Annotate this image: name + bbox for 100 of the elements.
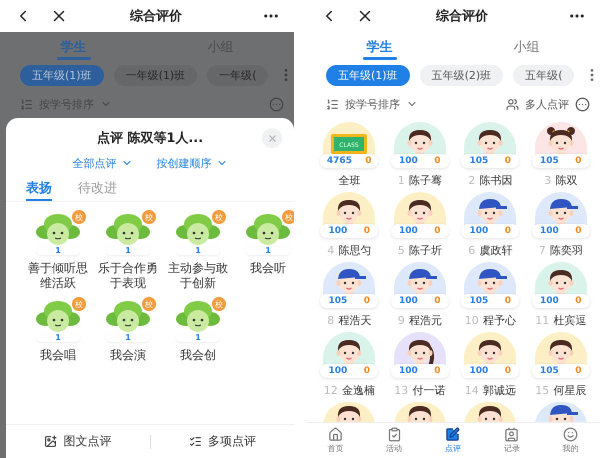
minus-value: 0 [364, 226, 370, 236]
class-chip[interactable]: 五年级(1)班 [326, 64, 410, 86]
student-name[interactable]: 1 陈子骞 [398, 173, 442, 188]
more-circle-icon[interactable] [575, 96, 590, 112]
student-name[interactable]: 9 程浩元 [398, 313, 442, 328]
comment-item-label[interactable]: 善于倾听思维活跃 [24, 261, 92, 291]
minus-value: 0 [504, 296, 512, 306]
student-name[interactable]: 8 程浩天 [327, 313, 372, 328]
school-badge: 校 [212, 297, 226, 311]
count-pill: 1 [106, 333, 150, 342]
student-name[interactable]: 4 陈思匀 [327, 243, 372, 258]
score-value: 100 [469, 366, 488, 376]
nav-tab[interactable]: 记录 [482, 423, 542, 458]
school-badge: 校 [72, 297, 86, 311]
nav-tab[interactable]: 点评 [424, 423, 482, 458]
school-badge: 校 [212, 210, 226, 224]
student-name[interactable]: 6 虞政轩 [468, 243, 512, 258]
minus-value: 0 [575, 296, 582, 306]
filter-dropdown[interactable]: 按创建顺序 [156, 156, 228, 170]
count-pill: 1 [106, 246, 150, 255]
sort-order-icon [20, 98, 33, 110]
score-value: 105 [469, 296, 488, 306]
sheet-tab[interactable]: 表扬 [26, 174, 52, 201]
comment-item-label[interactable]: 我会演 [94, 348, 162, 363]
school-badge: 校 [72, 210, 86, 224]
minus-value: 0 [434, 296, 441, 306]
student-name[interactable]: 15 何星辰 [535, 383, 586, 398]
school-badge: 校 [142, 297, 156, 311]
nav-tab[interactable]: 首页 [306, 423, 365, 458]
multi-review-link[interactable]: 多人点评 [525, 96, 569, 112]
student-name[interactable]: 全班 [338, 173, 360, 188]
class-chip[interactable]: 五年级( [513, 64, 574, 86]
people-icon [506, 98, 519, 110]
picture-icon [44, 435, 58, 448]
minus-value: 0 [504, 156, 512, 166]
minus-value: 0 [575, 156, 582, 166]
student-name[interactable]: 3 陈双 [544, 173, 578, 188]
school-badge: 校 [142, 210, 156, 224]
count-pill: 1 [36, 246, 80, 255]
score-value: 100 [398, 156, 418, 166]
minus-value: 0 [504, 226, 512, 236]
count-pill: 1 [176, 333, 220, 342]
comment-item-label[interactable]: 我会创 [164, 348, 232, 363]
close-icon [266, 132, 278, 144]
score-value: 105 [469, 156, 488, 166]
action-button[interactable]: 图文点评 [6, 432, 150, 451]
score-value: 100 [328, 226, 348, 236]
student-name[interactable]: 11 杜宾逗 [535, 313, 586, 328]
tab[interactable]: 小组 [453, 32, 600, 62]
smiley-icon [563, 427, 578, 442]
comment-item-label[interactable]: 主动参与敢于创新 [164, 261, 232, 291]
sort-order-icon [326, 98, 339, 110]
filter-dropdown[interactable]: 全部点评 [72, 156, 132, 170]
count-pill: 1 [176, 246, 220, 255]
student-name[interactable]: 2 陈书因 [468, 173, 512, 188]
class-chip[interactable]: 五年级(2)班 [420, 64, 504, 86]
score-value: 100 [328, 366, 348, 376]
action-button[interactable]: 多项点评 [150, 432, 294, 451]
clipboard-icon [386, 427, 402, 442]
student-name[interactable]: 13 付一诺 [394, 383, 446, 398]
page-title: 综合评价 [128, 8, 183, 25]
minus-value: 0 [434, 226, 441, 236]
minus-value: 0 [365, 156, 372, 166]
score-value: 4765 [326, 156, 352, 166]
score-value: 100 [398, 226, 418, 236]
score-value: 100 [398, 296, 418, 306]
student-name[interactable]: 12 金逸楠 [324, 383, 375, 398]
count-pill: 1 [246, 246, 290, 255]
score-value: 100 [540, 226, 559, 236]
student-name[interactable]: 14 郭诚远 [464, 383, 516, 398]
student-name[interactable]: 5 陈子圻 [398, 243, 442, 258]
class-chip[interactable]: 五年级(1)班 [20, 64, 104, 86]
minus-value: 0 [364, 296, 370, 306]
page-title: 综合评价 [434, 8, 489, 25]
score-value: 100 [540, 296, 559, 306]
minus-value: 0 [434, 366, 441, 376]
minus-value: 0 [504, 366, 512, 376]
comment-item-label[interactable]: 乐于合作勇于表现 [94, 261, 162, 291]
comment-item-label[interactable]: 我会唱 [24, 348, 92, 363]
minus-value: 0 [434, 156, 441, 166]
student-name[interactable]: 10 程予心 [464, 313, 516, 328]
id-card-icon [504, 427, 520, 442]
edit-icon [445, 427, 460, 442]
score-value: 105 [540, 366, 559, 376]
school-badge: 校 [282, 210, 294, 224]
home-icon [328, 427, 343, 442]
minus-value: 0 [575, 366, 582, 376]
comment-item-label[interactable]: 我会听 [234, 261, 294, 276]
sheet-title: 点评 陈双等1人... [96, 130, 204, 147]
sort-label[interactable]: 按学号排序 [345, 96, 400, 112]
score-value: 105 [540, 156, 559, 166]
tab[interactable]: 学生 [306, 32, 453, 62]
nav-tab[interactable]: 我的 [541, 423, 600, 458]
student-name[interactable]: 7 陈奕羽 [538, 243, 583, 258]
minus-value: 0 [575, 226, 582, 236]
minus-value: 0 [364, 366, 370, 376]
nav-tab[interactable]: 活动 [364, 423, 424, 458]
score-value: 100 [398, 366, 418, 376]
count-pill: 1 [36, 333, 80, 342]
checklist-icon [188, 435, 202, 448]
